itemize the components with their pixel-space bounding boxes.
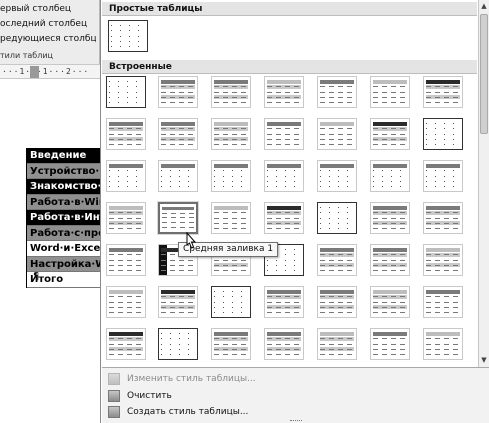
table-style-thumbnail[interactable] [211, 118, 251, 150]
table-style-thumbnail[interactable] [370, 76, 410, 108]
doc-table-row[interactable]: Настройка·Win [27, 256, 100, 272]
doc-table-row[interactable]: Устройство·к [27, 163, 100, 179]
ribbon-table-style-options: ервый столбец оследний столбец редующиес… [0, 0, 100, 64]
table-style-thumbnail[interactable] [423, 286, 463, 318]
table-style-thumbnail[interactable] [317, 76, 357, 108]
horizontal-ruler[interactable]: ···1···1···2··· [0, 64, 100, 79]
table-style-thumbnail[interactable] [158, 118, 198, 150]
ruler-indent-marker[interactable] [30, 66, 39, 78]
ribbon-group-caption: тили таблиц [0, 51, 53, 60]
table-style-thumbnail[interactable] [423, 202, 463, 234]
section-simple-tables: Простые таблицы [102, 2, 477, 16]
scroll-up-icon[interactable]: ▲ [479, 2, 489, 10]
table-style-thumbnail[interactable] [264, 202, 304, 234]
table-style-thumbnail[interactable] [317, 244, 357, 276]
table-style-thumbnail[interactable] [158, 286, 198, 318]
table-style-thumbnail[interactable] [211, 76, 251, 108]
clear-table-icon [108, 390, 120, 402]
menu-item-label: Изменить стиль таблицы... [127, 374, 256, 384]
menu-item-label: Создать стиль таблицы... [127, 407, 249, 417]
first-column-option[interactable]: ервый столбец [0, 2, 96, 17]
table-style-edit-icon [108, 373, 120, 385]
menu-item-label: Очистить [127, 391, 172, 401]
table-style-thumbnail[interactable] [423, 76, 463, 108]
table-style-thumbnail[interactable] [158, 328, 198, 360]
table-style-thumbnail[interactable] [423, 328, 463, 360]
table-style-thumbnail[interactable] [158, 76, 198, 108]
table-style-thumbnail[interactable] [317, 328, 357, 360]
mouse-pointer-icon [186, 232, 197, 249]
table-style-thumbnail[interactable] [317, 202, 357, 234]
last-column-option[interactable]: оследний столбец [0, 17, 96, 32]
doc-table-row[interactable]: Знакомство·с [27, 179, 100, 195]
banded-columns-option[interactable]: редующиеся столбцы [0, 32, 96, 47]
table-style-medium-shading-1[interactable] [157, 201, 199, 235]
scroll-thumb[interactable] [480, 14, 488, 134]
table-style-thumbnail[interactable] [317, 160, 357, 192]
table-style-thumbnail[interactable] [370, 286, 410, 318]
table-style-thumbnail[interactable] [370, 244, 410, 276]
table-style-thumbnail[interactable] [264, 118, 304, 150]
scroll-down-icon[interactable]: ▼ [479, 356, 489, 364]
table-style-thumbnail[interactable] [211, 160, 251, 192]
doc-table-row[interactable]: Работа·с·прог [27, 225, 100, 241]
table-style-thumbnail[interactable] [211, 328, 251, 360]
table-style-thumbnail[interactable] [106, 160, 146, 192]
table-style-thumbnail[interactable] [370, 118, 410, 150]
doc-table-row[interactable]: Введение [27, 148, 100, 164]
table-style-thumbnail[interactable] [211, 286, 251, 318]
table-style-thumbnail[interactable] [264, 160, 304, 192]
modify-table-style-item[interactable]: Изменить стиль таблицы... [102, 371, 489, 387]
table-style-thumbnail[interactable] [106, 244, 146, 276]
table-style-thumbnail[interactable] [106, 118, 146, 150]
new-table-style-item[interactable]: Создать стиль таблицы... [102, 404, 489, 420]
table-style-thumbnail[interactable] [211, 202, 251, 234]
table-style-thumbnail[interactable] [370, 328, 410, 360]
ruler-ticks: ···1···1···2··· [2, 67, 90, 76]
table-style-thumbnail[interactable] [423, 118, 463, 150]
doc-table-row[interactable]: Работа·в·Winc [27, 194, 100, 210]
table-style-thumbnail[interactable] [106, 286, 146, 318]
clear-table-style-item[interactable]: Очистить [102, 388, 489, 404]
table-style-thumbnail[interactable] [264, 286, 304, 318]
doc-table-row[interactable]: Работа·в·Инте [27, 210, 100, 226]
section-builtin-tables: Встроенные [102, 60, 477, 74]
table-style-thumbnail[interactable] [423, 244, 463, 276]
table-style-thumbnail[interactable] [317, 118, 357, 150]
table-style-thumbnail[interactable] [423, 160, 463, 192]
table-style-thumbnail[interactable] [106, 202, 146, 234]
table-style-grid-simple[interactable] [108, 20, 148, 52]
table-style-thumbnail[interactable] [264, 76, 304, 108]
table-style-thumbnail[interactable] [370, 160, 410, 192]
table-style-thumbnail[interactable] [106, 328, 146, 360]
paragraph-mark: ¶ [33, 271, 40, 282]
gallery-menu: Изменить стиль таблицы... Очистить Созда… [102, 367, 489, 423]
table-style-thumbnail[interactable] [158, 160, 198, 192]
table-style-thumbnail[interactable] [370, 202, 410, 234]
table-styles-gallery: Простые таблицы Встроенные ▲ ▼ Изменить … [100, 0, 489, 423]
doc-table-row[interactable]: Word·и·Excel· [27, 241, 100, 257]
table-style-thumbnail[interactable] [264, 328, 304, 360]
new-table-style-icon [108, 406, 120, 418]
gallery-scrollbar[interactable]: ▲ ▼ [478, 0, 489, 367]
document-table[interactable]: Введение Устройство·к Знакомство·с Работа·в… [26, 148, 100, 288]
table-style-thumbnail[interactable] [106, 76, 146, 108]
table-style-thumbnail[interactable] [317, 286, 357, 318]
